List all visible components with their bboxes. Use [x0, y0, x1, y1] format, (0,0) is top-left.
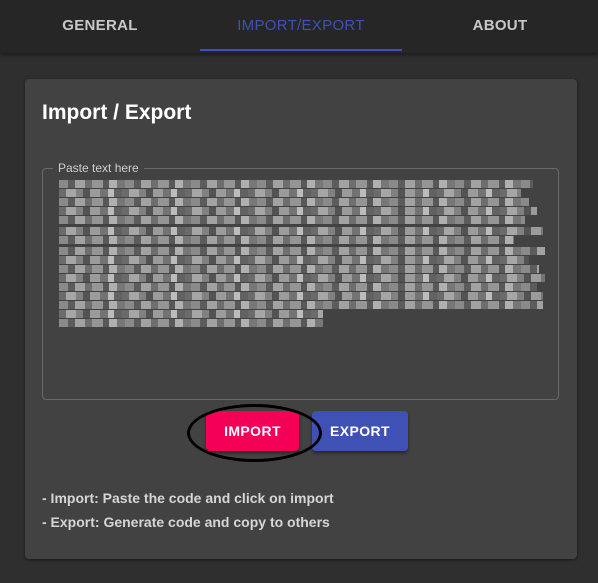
import-export-card: Import / Export Paste text here IMPORT E…: [25, 79, 577, 559]
export-button[interactable]: EXPORT: [312, 411, 408, 451]
import-button[interactable]: IMPORT: [206, 411, 299, 451]
tab-about[interactable]: ABOUT: [402, 0, 598, 53]
help-import-line: - Import: Paste the code and click on im…: [42, 490, 334, 506]
tab-bar: GENERAL IMPORT/EXPORT ABOUT: [0, 0, 598, 53]
paste-text-label: Paste text here: [53, 160, 144, 176]
paste-text-field: Paste text here: [42, 160, 559, 400]
paste-text-input[interactable]: [59, 181, 547, 331]
help-text: - Import: Paste the code and click on im…: [42, 486, 334, 534]
active-tab-indicator: [200, 49, 402, 51]
card-title: Import / Export: [42, 101, 192, 124]
tab-general[interactable]: GENERAL: [0, 0, 200, 53]
tab-import-export[interactable]: IMPORT/EXPORT: [200, 0, 402, 53]
help-export-line: - Export: Generate code and copy to othe…: [42, 514, 330, 530]
